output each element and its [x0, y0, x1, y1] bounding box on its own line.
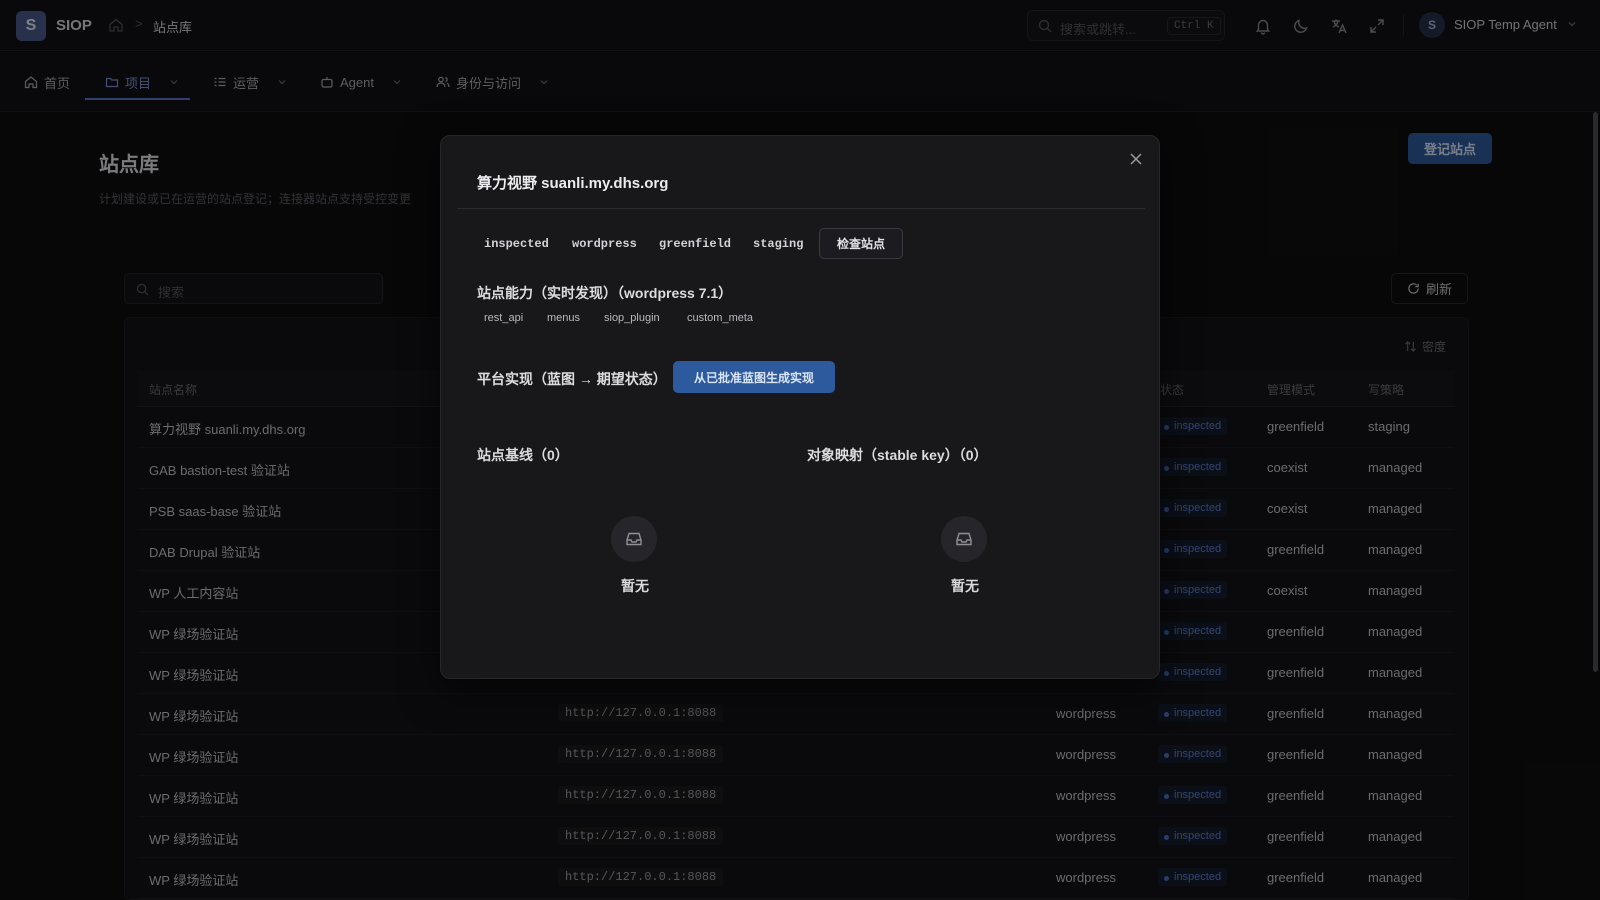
capability-siop-plugin: siop_plugin: [604, 312, 660, 324]
tag-platform: wordpress: [572, 237, 637, 251]
close-icon[interactable]: [1129, 152, 1143, 166]
mapping-empty-text: 暂无: [951, 578, 979, 594]
page-scrollbar[interactable]: [1593, 112, 1598, 672]
tag-status: inspected: [484, 237, 549, 251]
realization-title: 平台实现（蓝图 → 期望状态）: [477, 371, 667, 387]
capability-custom-meta: custom_meta: [687, 312, 754, 324]
dialog-divider: [457, 208, 1145, 209]
baseline-title: 站点基线（0）: [477, 447, 569, 463]
generate-realization-button[interactable]: 从已批准蓝图生成实现: [673, 361, 835, 393]
site-detail-dialog: 算力视野 suanli.my.dhs.org inspected wordpre…: [440, 135, 1160, 679]
mapping-title: 对象映射（stable key）（0）: [807, 447, 988, 463]
dialog-title: 算力视野 suanli.my.dhs.org: [477, 175, 669, 192]
baseline-empty-text: 暂无: [621, 578, 649, 594]
capability-rest-api: rest_api: [484, 312, 524, 324]
tag-mode: greenfield: [659, 237, 732, 251]
inbox-icon: [611, 516, 657, 562]
inbox-icon: [941, 516, 987, 562]
capabilities-title: 站点能力（实时发现）（wordpress 7.1）: [477, 285, 733, 301]
capability-menus: menus: [547, 312, 581, 324]
tag-policy: staging: [753, 237, 804, 251]
inspect-site-button[interactable]: 检查站点: [819, 228, 903, 259]
